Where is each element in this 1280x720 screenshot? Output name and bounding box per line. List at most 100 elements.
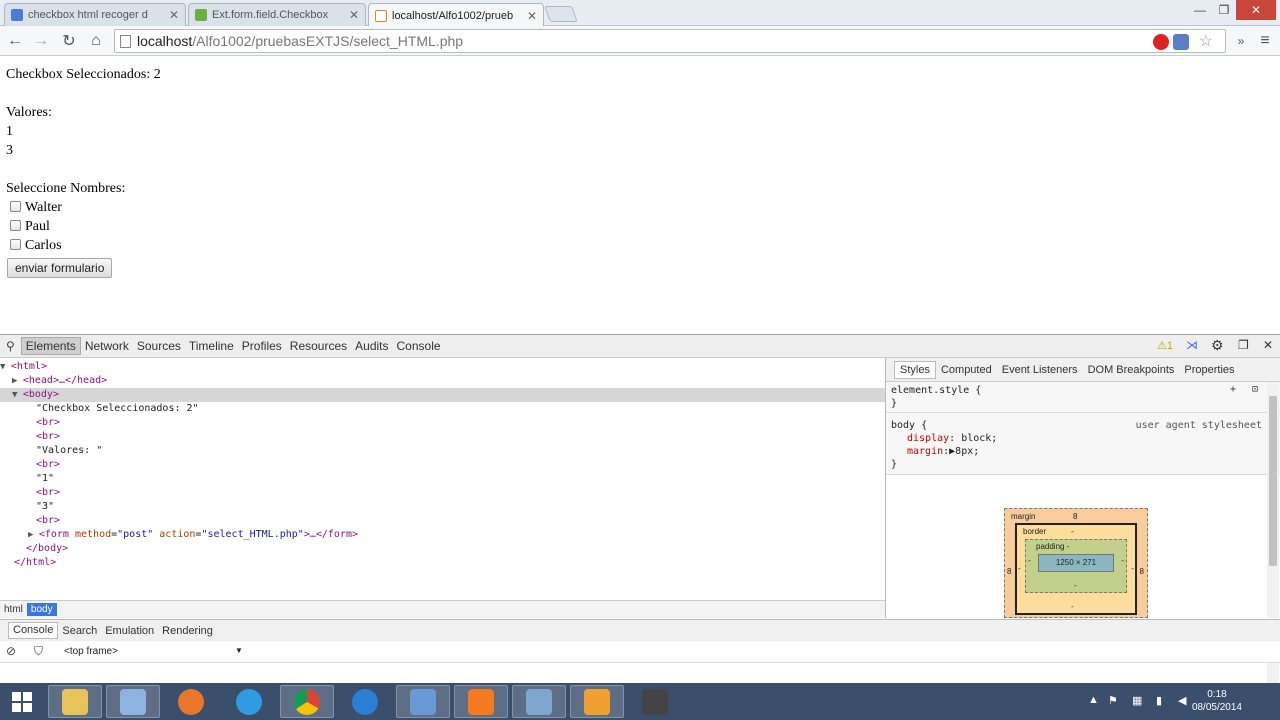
- sidebar-tab-properties[interactable]: Properties: [1179, 364, 1239, 376]
- taskbar-xampp[interactable]: [454, 685, 508, 718]
- clock[interactable]: 0:18 08/05/2014: [1192, 688, 1242, 714]
- taskbar-network[interactable]: [512, 685, 566, 718]
- start-button[interactable]: [0, 685, 44, 718]
- app-window-icon: [410, 688, 436, 715]
- taskbar-recorder[interactable]: [570, 685, 624, 718]
- sidebar-tab-computed[interactable]: Computed: [936, 364, 997, 376]
- panel-tab-elements[interactable]: Elements: [20, 337, 81, 355]
- dom-node-html[interactable]: ▼ <html>: [0, 360, 885, 374]
- taskbar-virtualbox[interactable]: [106, 685, 160, 718]
- panel-tab-console[interactable]: Console: [393, 339, 445, 353]
- home-icon[interactable]: ⌂: [85, 30, 107, 52]
- drawer-tab-rendering[interactable]: Rendering: [158, 625, 217, 637]
- sidebar-tab-styles[interactable]: Styles: [894, 360, 936, 379]
- taskbar-explorer[interactable]: [48, 685, 102, 718]
- tray-volume-icon[interactable]: ◀: [1178, 694, 1186, 707]
- menu-icon[interactable]: ≡: [1254, 30, 1276, 52]
- panel-tab-audits[interactable]: Audits: [351, 339, 392, 353]
- minimize-icon[interactable]: —: [1188, 0, 1212, 20]
- taskbar-app[interactable]: [396, 685, 450, 718]
- star-icon[interactable]: ☆: [1199, 31, 1213, 51]
- tray-flag-icon[interactable]: ⚑: [1108, 694, 1118, 707]
- warning-icon[interactable]: ⚠1: [1157, 339, 1173, 352]
- cube-icon: [120, 688, 146, 715]
- restore-icon[interactable]: ❐: [1212, 0, 1236, 20]
- tab-title: Ext.form.field.Checkbox: [212, 9, 329, 21]
- dom-node-body[interactable]: ▼ <body>: [0, 388, 885, 402]
- tab-localhost[interactable]: localhost/Alfo1002/prueb ✕: [368, 3, 544, 27]
- dom-node-form[interactable]: ▶ <form method="post" action="select_HTM…: [0, 528, 885, 542]
- taskbar-tool[interactable]: [628, 685, 682, 718]
- tray-signal-icon[interactable]: ▮: [1156, 694, 1162, 707]
- sidebar-scroll-thumb[interactable]: [1269, 396, 1277, 566]
- panel-tab-timeline[interactable]: Timeline: [185, 339, 238, 353]
- dom-node-head[interactable]: ▶ <head>…</head>: [0, 374, 885, 388]
- inspect-search-icon[interactable]: ⚲: [0, 339, 21, 353]
- panel-tab-network[interactable]: Network: [81, 339, 133, 353]
- console-input[interactable]: [0, 663, 1280, 683]
- panel-tab-profiles[interactable]: Profiles: [238, 339, 286, 353]
- sidebar-tab-dom-breakpoints[interactable]: DOM Breakpoints: [1083, 364, 1180, 376]
- panel-tab-resources[interactable]: Resources: [286, 339, 351, 353]
- extension-icon[interactable]: [1173, 34, 1189, 50]
- window-close-icon[interactable]: ✕: [1236, 0, 1276, 20]
- checkbox-walter[interactable]: [10, 201, 21, 212]
- taskbar-firefox[interactable]: [164, 685, 218, 718]
- breadcrumb-html[interactable]: html: [0, 603, 27, 616]
- dock-icon[interactable]: ❐: [1238, 338, 1249, 352]
- drawer-tab-console[interactable]: Console: [8, 622, 59, 639]
- reload-icon[interactable]: ↻: [58, 30, 80, 52]
- dom-text-node[interactable]: "Checkbox Seleccionados: 2": [0, 402, 885, 416]
- breadcrumb-body[interactable]: body: [26, 603, 57, 616]
- dom-node-br[interactable]: <br>: [0, 416, 885, 430]
- console-scrollbar[interactable]: [1267, 663, 1279, 683]
- dom-node-br[interactable]: <br>: [0, 430, 885, 444]
- close-icon[interactable]: ✕: [169, 8, 179, 22]
- checkbox-paul[interactable]: [10, 220, 21, 231]
- dom-text-node[interactable]: "3": [0, 500, 885, 514]
- dom-text-node[interactable]: "1": [0, 472, 885, 486]
- forward-icon[interactable]: →: [30, 30, 52, 52]
- devtools-close-icon[interactable]: ✕: [1263, 338, 1273, 352]
- taskbar: ▲ ⚑ ▦ ▮ ◀ 0:18 08/05/2014: [0, 683, 1280, 720]
- tab-extjs-docs[interactable]: Ext.form.field.Checkbox ✕: [188, 3, 366, 26]
- tray-network-icon[interactable]: ▦: [1132, 694, 1142, 707]
- element-style-rule[interactable]: element.style { } + ⊡: [886, 382, 1280, 413]
- address-bar[interactable]: localhost/Alfo1002/pruebasEXTJS/select_H…: [114, 29, 1226, 53]
- extension-arrow-icon[interactable]: »: [1230, 30, 1252, 52]
- back-icon[interactable]: ←: [4, 30, 26, 52]
- tab-checkbox-search[interactable]: checkbox html recoger d ✕: [4, 3, 186, 26]
- taskbar-globe[interactable]: [338, 685, 392, 718]
- checkbox-carlos[interactable]: [10, 239, 21, 250]
- drawer-toggle-icon[interactable]: ⋊: [1186, 338, 1198, 352]
- new-tab-button[interactable]: [544, 6, 578, 22]
- dom-node-br[interactable]: <br>: [0, 486, 885, 500]
- folder-icon: [62, 688, 88, 715]
- drawer-tab-search[interactable]: Search: [58, 625, 101, 637]
- drawer-tab-emulation[interactable]: Emulation: [101, 625, 158, 637]
- gear-icon[interactable]: ⚙: [1211, 337, 1224, 354]
- chevron-down-icon[interactable]: ▼: [235, 646, 243, 655]
- panel-tab-sources[interactable]: Sources: [133, 339, 185, 353]
- sidebar-tab-event-listeners[interactable]: Event Listeners: [997, 364, 1083, 376]
- frame-select[interactable]: <top frame>: [64, 646, 118, 657]
- taskbar-ie[interactable]: [222, 685, 276, 718]
- filter-icon[interactable]: ⛉: [34, 644, 43, 659]
- dom-text-node[interactable]: "Valores: ": [0, 444, 885, 458]
- add-rule-icon[interactable]: +: [1230, 383, 1236, 396]
- sidebar-scrollbar[interactable]: [1267, 382, 1279, 618]
- body-rule[interactable]: body { user agent stylesheet display: bl…: [886, 413, 1280, 475]
- tool-icon: [642, 688, 668, 715]
- clear-console-icon[interactable]: ⊘: [6, 644, 16, 658]
- toggle-state-icon[interactable]: ⊡: [1252, 383, 1258, 396]
- close-icon[interactable]: ✕: [349, 8, 359, 22]
- tray-chevron-icon[interactable]: ▲: [1088, 694, 1099, 706]
- close-icon[interactable]: ✕: [527, 9, 537, 23]
- taskbar-chrome[interactable]: [280, 685, 334, 718]
- adblock-icon[interactable]: [1153, 34, 1169, 50]
- dom-node-br[interactable]: <br>: [0, 514, 885, 528]
- submit-form-button[interactable]: enviar formulario: [7, 258, 113, 278]
- dom-tree: ▼ <html> ▶ <head>…</head> ▼ <body> "Chec…: [0, 358, 885, 600]
- dom-node-br[interactable]: <br>: [0, 458, 885, 472]
- sidebar-tabs: Styles Computed Event Listeners DOM Brea…: [886, 358, 1280, 382]
